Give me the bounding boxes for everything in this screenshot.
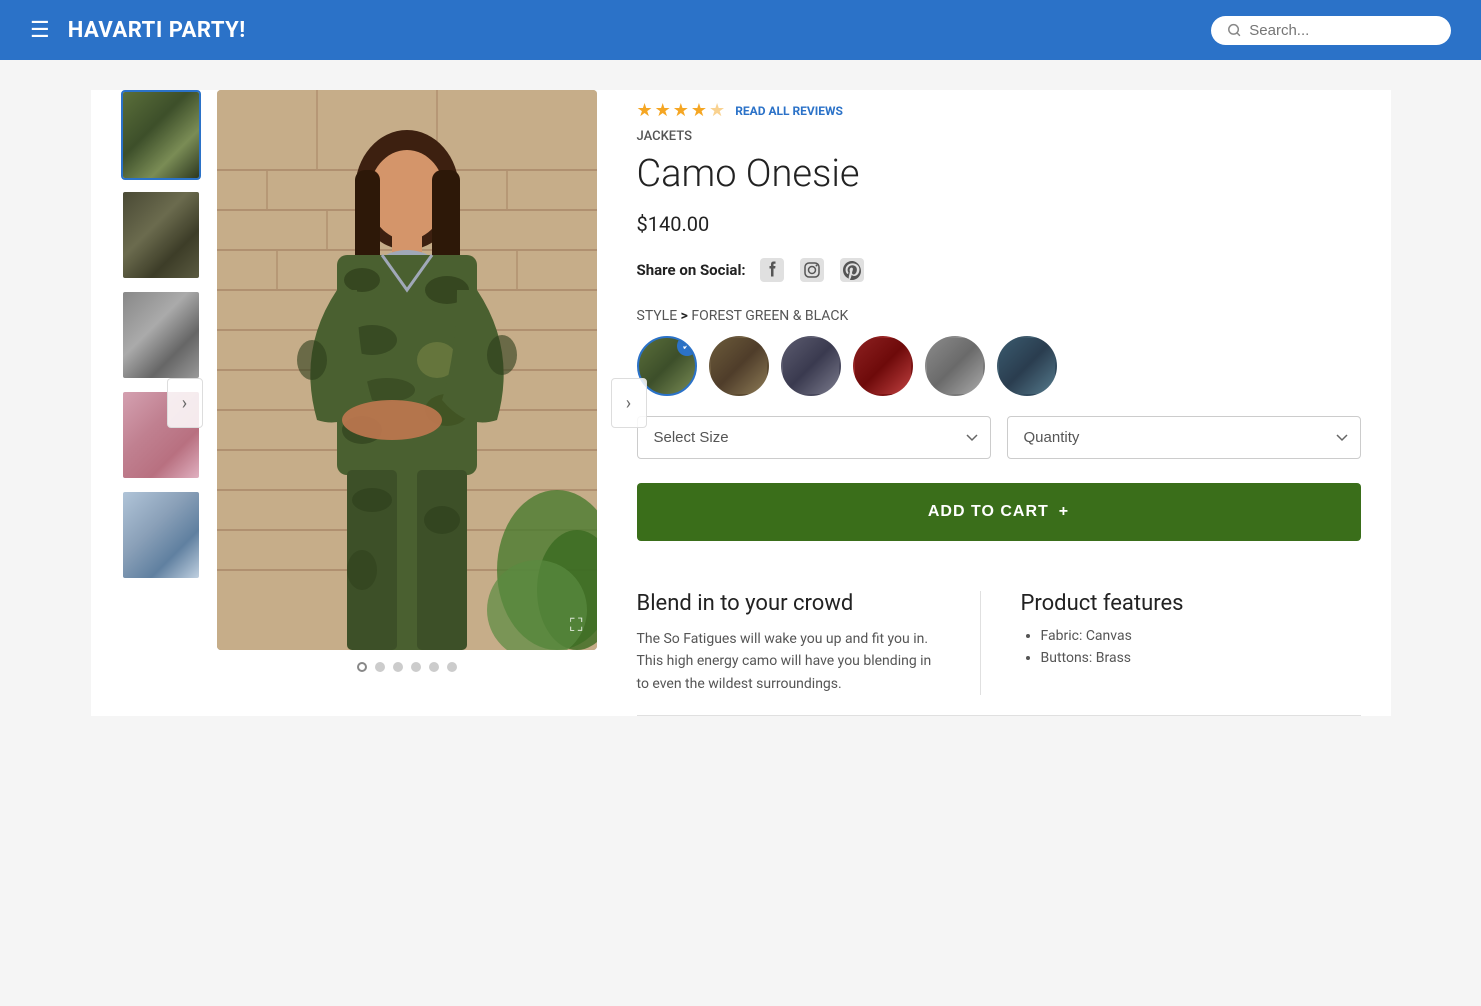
star-rating: ★★★★★ [637, 100, 728, 121]
search-icon [1227, 22, 1241, 38]
description-title: Blend in to your crowd [637, 591, 940, 616]
dot-5[interactable] [429, 662, 439, 672]
style-option-4[interactable] [853, 336, 913, 396]
description-text: The So Fatigues will wake you up and fit… [637, 628, 940, 695]
search-input[interactable] [1249, 22, 1435, 39]
description-section: Blend in to your crowd The So Fatigues w… [637, 591, 940, 695]
header-left: ☰ HAVARTI PARTY! [30, 18, 246, 43]
style-options: ✓ [637, 336, 1361, 396]
next-arrow[interactable]: › [611, 378, 647, 428]
style-selector: STYLE > FOREST GREEN & BLACK ✓ [637, 308, 1361, 396]
bottom-section: Blend in to your crowd The So Fatigues w… [637, 571, 1361, 695]
dot-2[interactable] [375, 662, 385, 672]
search-container[interactable] [1211, 16, 1451, 45]
selected-check: ✓ [677, 336, 697, 356]
features-title: Product features [1021, 591, 1361, 616]
size-select[interactable]: Select Size XS S M L XL [637, 416, 991, 459]
read-reviews-link[interactable]: READ ALL REVIEWS [735, 104, 843, 118]
vertical-divider [980, 591, 981, 695]
product-category: JACKETS [637, 129, 1361, 144]
main-content: › [91, 90, 1391, 716]
facebook-icon[interactable] [758, 256, 786, 284]
expand-icon[interactable]: ⛶ [570, 615, 583, 636]
add-to-cart-button[interactable]: ADD TO CART + [637, 483, 1361, 541]
style-label: STYLE > FOREST GREEN & BLACK [637, 308, 1361, 324]
thumbnail-5[interactable] [121, 490, 201, 580]
product-name: Camo Onesie [637, 152, 1361, 196]
thumbnail-3[interactable] [121, 290, 201, 380]
social-label: Share on Social: [637, 261, 746, 279]
product-gallery: › [121, 90, 597, 716]
feature-item-2: Buttons: Brass [1041, 650, 1361, 666]
site-title: HAVARTI PARTY! [68, 18, 246, 43]
prev-arrow[interactable]: › [167, 378, 203, 428]
add-icon: + [1059, 503, 1069, 521]
pinterest-icon[interactable] [838, 256, 866, 284]
product-details: ★★★★★ READ ALL REVIEWS JACKETS Camo Ones… [637, 90, 1361, 716]
style-option-5[interactable] [925, 336, 985, 396]
bottom-divider [637, 715, 1361, 716]
size-quantity-row: Select Size XS S M L XL Quantity 1 2 3 4… [637, 416, 1361, 459]
feature-item-1: Fabric: Canvas [1041, 628, 1361, 644]
hamburger-icon[interactable]: ☰ [30, 18, 50, 43]
rating-row: ★★★★★ READ ALL REVIEWS [637, 100, 1361, 121]
product-price: $140.00 [637, 212, 1361, 236]
instagram-icon[interactable] [798, 256, 826, 284]
style-option-3[interactable] [781, 336, 841, 396]
social-share-row: Share on Social: [637, 256, 1361, 284]
carousel-dots [217, 662, 597, 672]
product-image-svg [217, 90, 597, 650]
quantity-select[interactable]: Quantity 1 2 3 4 5 [1007, 416, 1361, 459]
site-header: ☰ HAVARTI PARTY! [0, 0, 1481, 60]
main-image-container: › [217, 90, 597, 716]
thumbnail-1[interactable] [121, 90, 201, 180]
dot-6[interactable] [447, 662, 457, 672]
features-section: Product features Fabric: Canvas Buttons:… [1021, 591, 1361, 695]
features-list: Fabric: Canvas Buttons: Brass [1021, 628, 1361, 666]
style-option-6[interactable] [997, 336, 1057, 396]
dot-1[interactable] [357, 662, 367, 672]
thumbnail-2[interactable] [121, 190, 201, 280]
dot-3[interactable] [393, 662, 403, 672]
main-product-image: ⛶ [217, 90, 597, 650]
dot-4[interactable] [411, 662, 421, 672]
add-to-cart-label: ADD TO CART [928, 503, 1049, 521]
style-option-2[interactable] [709, 336, 769, 396]
